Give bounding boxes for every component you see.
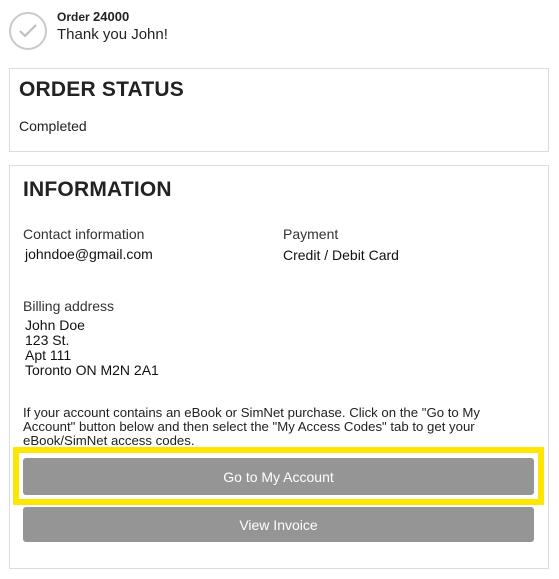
order-status-title: ORDER STATUS	[19, 78, 184, 101]
billing-address-line: 123 St.	[25, 332, 70, 348]
payment-method: Credit / Debit Card	[283, 247, 399, 263]
order-number: 24000	[93, 9, 130, 24]
checkmark-icon	[19, 24, 37, 38]
billing-address-label: Billing address	[23, 298, 115, 314]
access-codes-note: If your account contains an eBook or Sim…	[23, 406, 533, 448]
view-invoice-button[interactable]: View Invoice	[23, 507, 534, 542]
note-line: eBook/SimNet access codes.	[23, 433, 195, 448]
payment-label: Payment	[283, 226, 339, 242]
billing-address-line: Toronto ON M2N 2A1	[25, 362, 159, 378]
note-line: Account" button below and then select th…	[23, 419, 475, 434]
order-status-value: Completed	[19, 118, 87, 134]
thank-you-message: Thank you John!	[57, 26, 168, 43]
information-title: INFORMATION	[23, 178, 172, 201]
go-to-my-account-button[interactable]: Go to My Account	[23, 458, 534, 495]
contact-information-label: Contact information	[23, 226, 145, 242]
contact-email: johndoe@gmail.com	[25, 246, 153, 262]
billing-address-line: Apt 111	[25, 347, 72, 363]
note-line: If your account contains an eBook or Sim…	[23, 405, 480, 420]
billing-address: John Doe 123 St. Apt 111 Toronto ON M2N …	[25, 318, 159, 378]
order-number-line: Order 24000	[57, 9, 129, 24]
billing-address-line: John Doe	[25, 317, 85, 333]
checkmark-circle-icon	[9, 12, 47, 50]
order-label: Order	[57, 10, 90, 24]
order-status-card: ORDER STATUS Completed	[9, 68, 549, 152]
